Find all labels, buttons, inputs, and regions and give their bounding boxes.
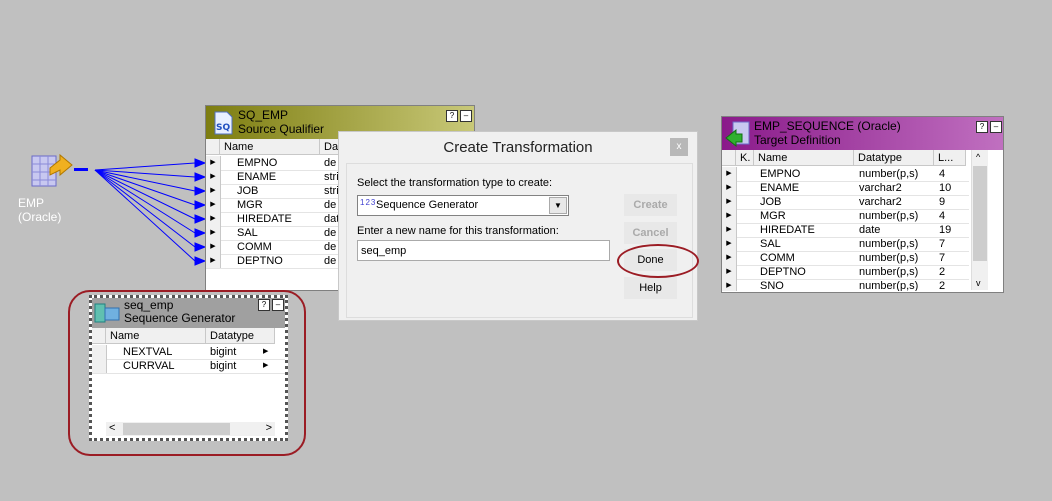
port-name: HIREDATE [237,213,292,225]
column-name: COMM [760,252,795,264]
link-lines [74,158,207,266]
minimize-icon[interactable]: – [990,121,1002,133]
port-name: DEPTNO [237,255,283,267]
column-length: 4 [939,168,946,180]
sq-title: SQ_EMP [238,108,289,122]
port-arrow-icon[interactable]: ▶ [206,254,221,268]
column-datatype: number(p,s) [859,238,919,250]
port-arrow-icon[interactable]: ▶ [206,226,221,240]
help-button[interactable]: Help [624,277,677,299]
column-name: EMPNO [760,168,801,180]
help-icon[interactable]: ? [446,110,458,122]
type-label: Select the transformation type to create… [357,177,553,189]
column-name: JOB [760,196,782,208]
target-table-icon [725,121,750,148]
port-arrow-icon[interactable]: ▶ [206,240,221,254]
port-arrow-icon[interactable]: ▶ [206,212,221,226]
port-name: SAL [237,227,258,239]
column-name: SNO [760,280,784,291]
vertical-scrollbar[interactable]: ^ v [971,150,988,290]
table-row[interactable]: ▶ SNO number(p,s) 2 [722,279,969,291]
name-input[interactable] [357,240,610,261]
port-arrow-icon[interactable]: ▶ [206,198,221,212]
port-arrow-icon[interactable]: ▶ [722,237,737,251]
table-row[interactable]: ▶ HIREDATE date 19 [722,223,969,238]
type-value: Sequence Generator [376,199,479,211]
port-arrow-icon[interactable]: ▶ [722,279,737,291]
column-datatype: number(p,s) [859,210,919,222]
cancel-button[interactable]: Cancel [624,222,677,244]
sq-subtitle: Source Qualifier [238,122,325,136]
column-name: SAL [760,238,781,250]
source-table-icon [31,153,73,187]
column-length: 10 [939,182,952,194]
table-row[interactable]: ▶ MGR number(p,s) 4 [722,209,969,224]
port-arrow-icon[interactable]: ▶ [722,167,737,181]
column-name: DEPTNO [760,266,806,278]
svg-text:SQ: SQ [216,123,230,133]
port-name: COMM [237,241,272,253]
type-select[interactable]: 123 Sequence Generator ▼ [357,195,569,216]
target-title-bar[interactable]: EMP_SEQUENCE (Oracle) Target Definition … [722,117,1003,150]
column-header-name[interactable]: Name [220,139,320,155]
port-arrow-icon[interactable]: ▶ [722,265,737,279]
column-datatype: number(p,s) [859,168,919,180]
port-name: ENAME [237,171,277,183]
table-row[interactable]: ▶ EMPNO number(p,s) 4 [722,167,969,182]
port-arrow-icon[interactable]: ▶ [206,170,221,184]
column-length: 19 [939,224,952,236]
name-label: Enter a new name for this transformation… [357,225,559,237]
target-subtitle: Target Definition [754,133,841,147]
column-length: 4 [939,210,946,222]
column-name: MGR [760,210,786,222]
target-definition-window[interactable]: EMP_SEQUENCE (Oracle) Target Definition … [721,116,1004,293]
port-arrow-icon[interactable]: ▶ [722,181,737,195]
scroll-up-icon[interactable]: ^ [976,152,980,162]
column-header-key[interactable]: K. [736,150,754,166]
column-datatype: date [859,224,881,236]
port-arrow-icon[interactable]: ▶ [722,195,737,209]
column-length: 2 [939,266,946,278]
column-header-name[interactable]: Name [754,150,854,166]
table-row[interactable]: ▶ JOB varchar2 9 [722,195,969,210]
port-name: MGR [237,199,263,211]
column-length: 7 [939,238,946,250]
column-header-datatype[interactable]: Datatype [854,150,934,166]
port-arrow-icon[interactable]: ▶ [722,251,737,265]
done-highlight-oval [617,244,699,278]
port-arrow-icon[interactable]: ▶ [206,156,221,170]
table-row[interactable]: ▶ COMM number(p,s) 7 [722,251,969,266]
sequence-generator-icon: 123 [360,198,377,207]
scrollbar-thumb[interactable] [973,166,987,261]
port-name: JOB [237,185,259,197]
column-datatype: number(p,s) [859,280,919,291]
close-button[interactable]: x [670,138,688,156]
column-name: HIREDATE [760,224,815,236]
target-title: EMP_SEQUENCE (Oracle) [754,119,901,133]
help-icon[interactable]: ? [976,121,988,133]
create-button[interactable]: Create [624,194,677,216]
dialog-title: Create Transformation [443,139,593,156]
port-arrow-icon[interactable]: ▶ [722,223,737,237]
table-row[interactable]: ▶ DEPTNO number(p,s) 2 [722,265,969,280]
table-row[interactable]: ▶ SAL number(p,s) 7 [722,237,969,252]
sequence-generator-highlight [68,290,306,456]
minimize-icon[interactable]: – [460,110,472,122]
source-qualifier-icon: SQ [214,111,233,135]
column-datatype: number(p,s) [859,266,919,278]
column-length: 9 [939,196,946,208]
scroll-down-icon[interactable]: v [976,278,981,288]
port-name: EMPNO [237,157,278,169]
column-header-length[interactable]: L... [934,150,966,166]
column-name: ENAME [760,182,800,194]
column-length: 7 [939,252,946,264]
port-arrow-icon[interactable]: ▶ [722,209,737,223]
table-row[interactable]: ▶ ENAME varchar2 10 [722,181,969,196]
port-arrow-icon[interactable]: ▶ [206,184,221,198]
column-datatype: varchar2 [859,196,902,208]
column-datatype: varchar2 [859,182,902,194]
column-length: 2 [939,280,946,291]
dropdown-arrow-icon[interactable]: ▼ [549,197,567,214]
column-datatype: number(p,s) [859,252,919,264]
